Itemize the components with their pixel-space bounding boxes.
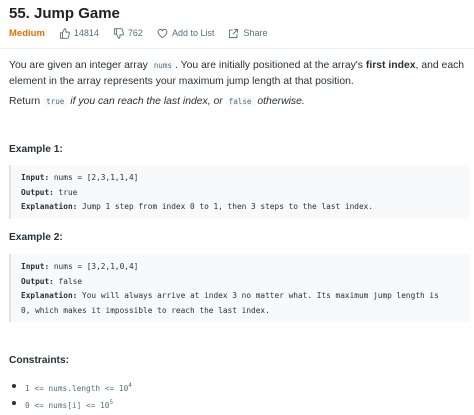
return-italic-2: otherwise. [254, 96, 305, 107]
return-italic-1: if you can reach the last index, or [67, 96, 226, 107]
output-value: false [53, 276, 83, 286]
input-label: Input: [21, 262, 50, 271]
example-2-input: Input: nums = [3,2,1,0,4] [21, 260, 470, 275]
return-prefix: Return [9, 96, 44, 107]
add-to-list-button[interactable]: Add to List [157, 28, 215, 39]
desc-text-2: . You are initially positioned at the ar… [175, 60, 366, 71]
constraint-item: 0 <= nums[i] <= 105 [12, 395, 132, 412]
input-value: nums = [2,3,1,1,4] [49, 173, 139, 182]
share-icon [229, 28, 239, 38]
example-1-input: Input: nums = [2,3,1,1,4] [21, 171, 470, 186]
return-description: Return true if you can reach the last in… [9, 95, 305, 109]
constraint-exponent: 5 [109, 399, 114, 406]
thumbs-up-icon [59, 27, 70, 39]
constraints-title: Constraints: [9, 355, 69, 366]
output-label: Output: [21, 276, 54, 286]
example-2-title: Example 2: [9, 232, 63, 243]
output-label: Output: [21, 187, 54, 197]
output-value: true [53, 187, 78, 197]
inline-code-nums: nums [150, 60, 176, 71]
inline-code-false: false [225, 96, 255, 107]
problem-meta-bar: Medium 14814 762 Add to List Share [9, 25, 282, 41]
example-1-output: Output: true [21, 186, 470, 201]
share-label: Share [243, 28, 268, 38]
thumbs-down-icon [113, 27, 124, 39]
example-1-explanation: Explanation: Jump 1 step from index 0 to… [21, 200, 470, 215]
dislike-count: 762 [127, 28, 143, 38]
share-button[interactable]: Share [228, 28, 268, 39]
example-2-block: Input: nums = [3,2,1,0,4] Output: false … [9, 254, 470, 322]
header-divider [0, 48, 474, 49]
example-1-title: Example 1: [9, 144, 63, 155]
example-2-output: Output: false [21, 275, 470, 290]
constraints-list: 1 <= nums.length <= 104 0 <= nums[i] <= … [12, 378, 132, 412]
problem-page: 55. Jump Game Medium 14814 762 Add to Li… [0, 0, 474, 415]
input-label: Input: [21, 173, 50, 182]
example-2-explanation: Explanation: You will always arrive at i… [21, 289, 470, 304]
desc-bold-first-index: first index [365, 60, 416, 71]
input-value: nums = [3,2,1,0,4] [49, 262, 139, 271]
constraint-text: 0 <= nums[i] <= 10 [25, 401, 110, 410]
explanation-label: Explanation: [21, 202, 78, 211]
problem-title: 55. Jump Game [9, 5, 120, 22]
problem-description: You are given an integer array nums. You… [9, 58, 465, 90]
constraint-exponent: 4 [128, 382, 132, 389]
like-count: 14814 [73, 28, 99, 38]
example-2-explanation-cont: 0, which makes it impossible to reach th… [21, 305, 270, 315]
explanation-label: Explanation: [21, 291, 78, 300]
example-1-block: Input: nums = [2,3,1,1,4] Output: true E… [9, 165, 470, 219]
constraint-text: 1 <= nums.length <= 10 [25, 384, 129, 393]
dislike-button[interactable]: 762 [113, 27, 143, 39]
explanation-value: Jump 1 step from index 0 to 1, then 3 st… [77, 202, 374, 211]
explanation-value: You will always arrive at index 3 no mat… [77, 291, 439, 300]
add-to-list-label: Add to List [171, 28, 215, 38]
difficulty-badge: Medium [9, 27, 45, 39]
constraint-item: 1 <= nums.length <= 104 [12, 378, 132, 395]
heart-icon [157, 28, 168, 38]
inline-code-true: true [43, 96, 68, 107]
like-button[interactable]: 14814 [59, 27, 99, 39]
desc-text-1: You are given an integer array [9, 60, 151, 71]
